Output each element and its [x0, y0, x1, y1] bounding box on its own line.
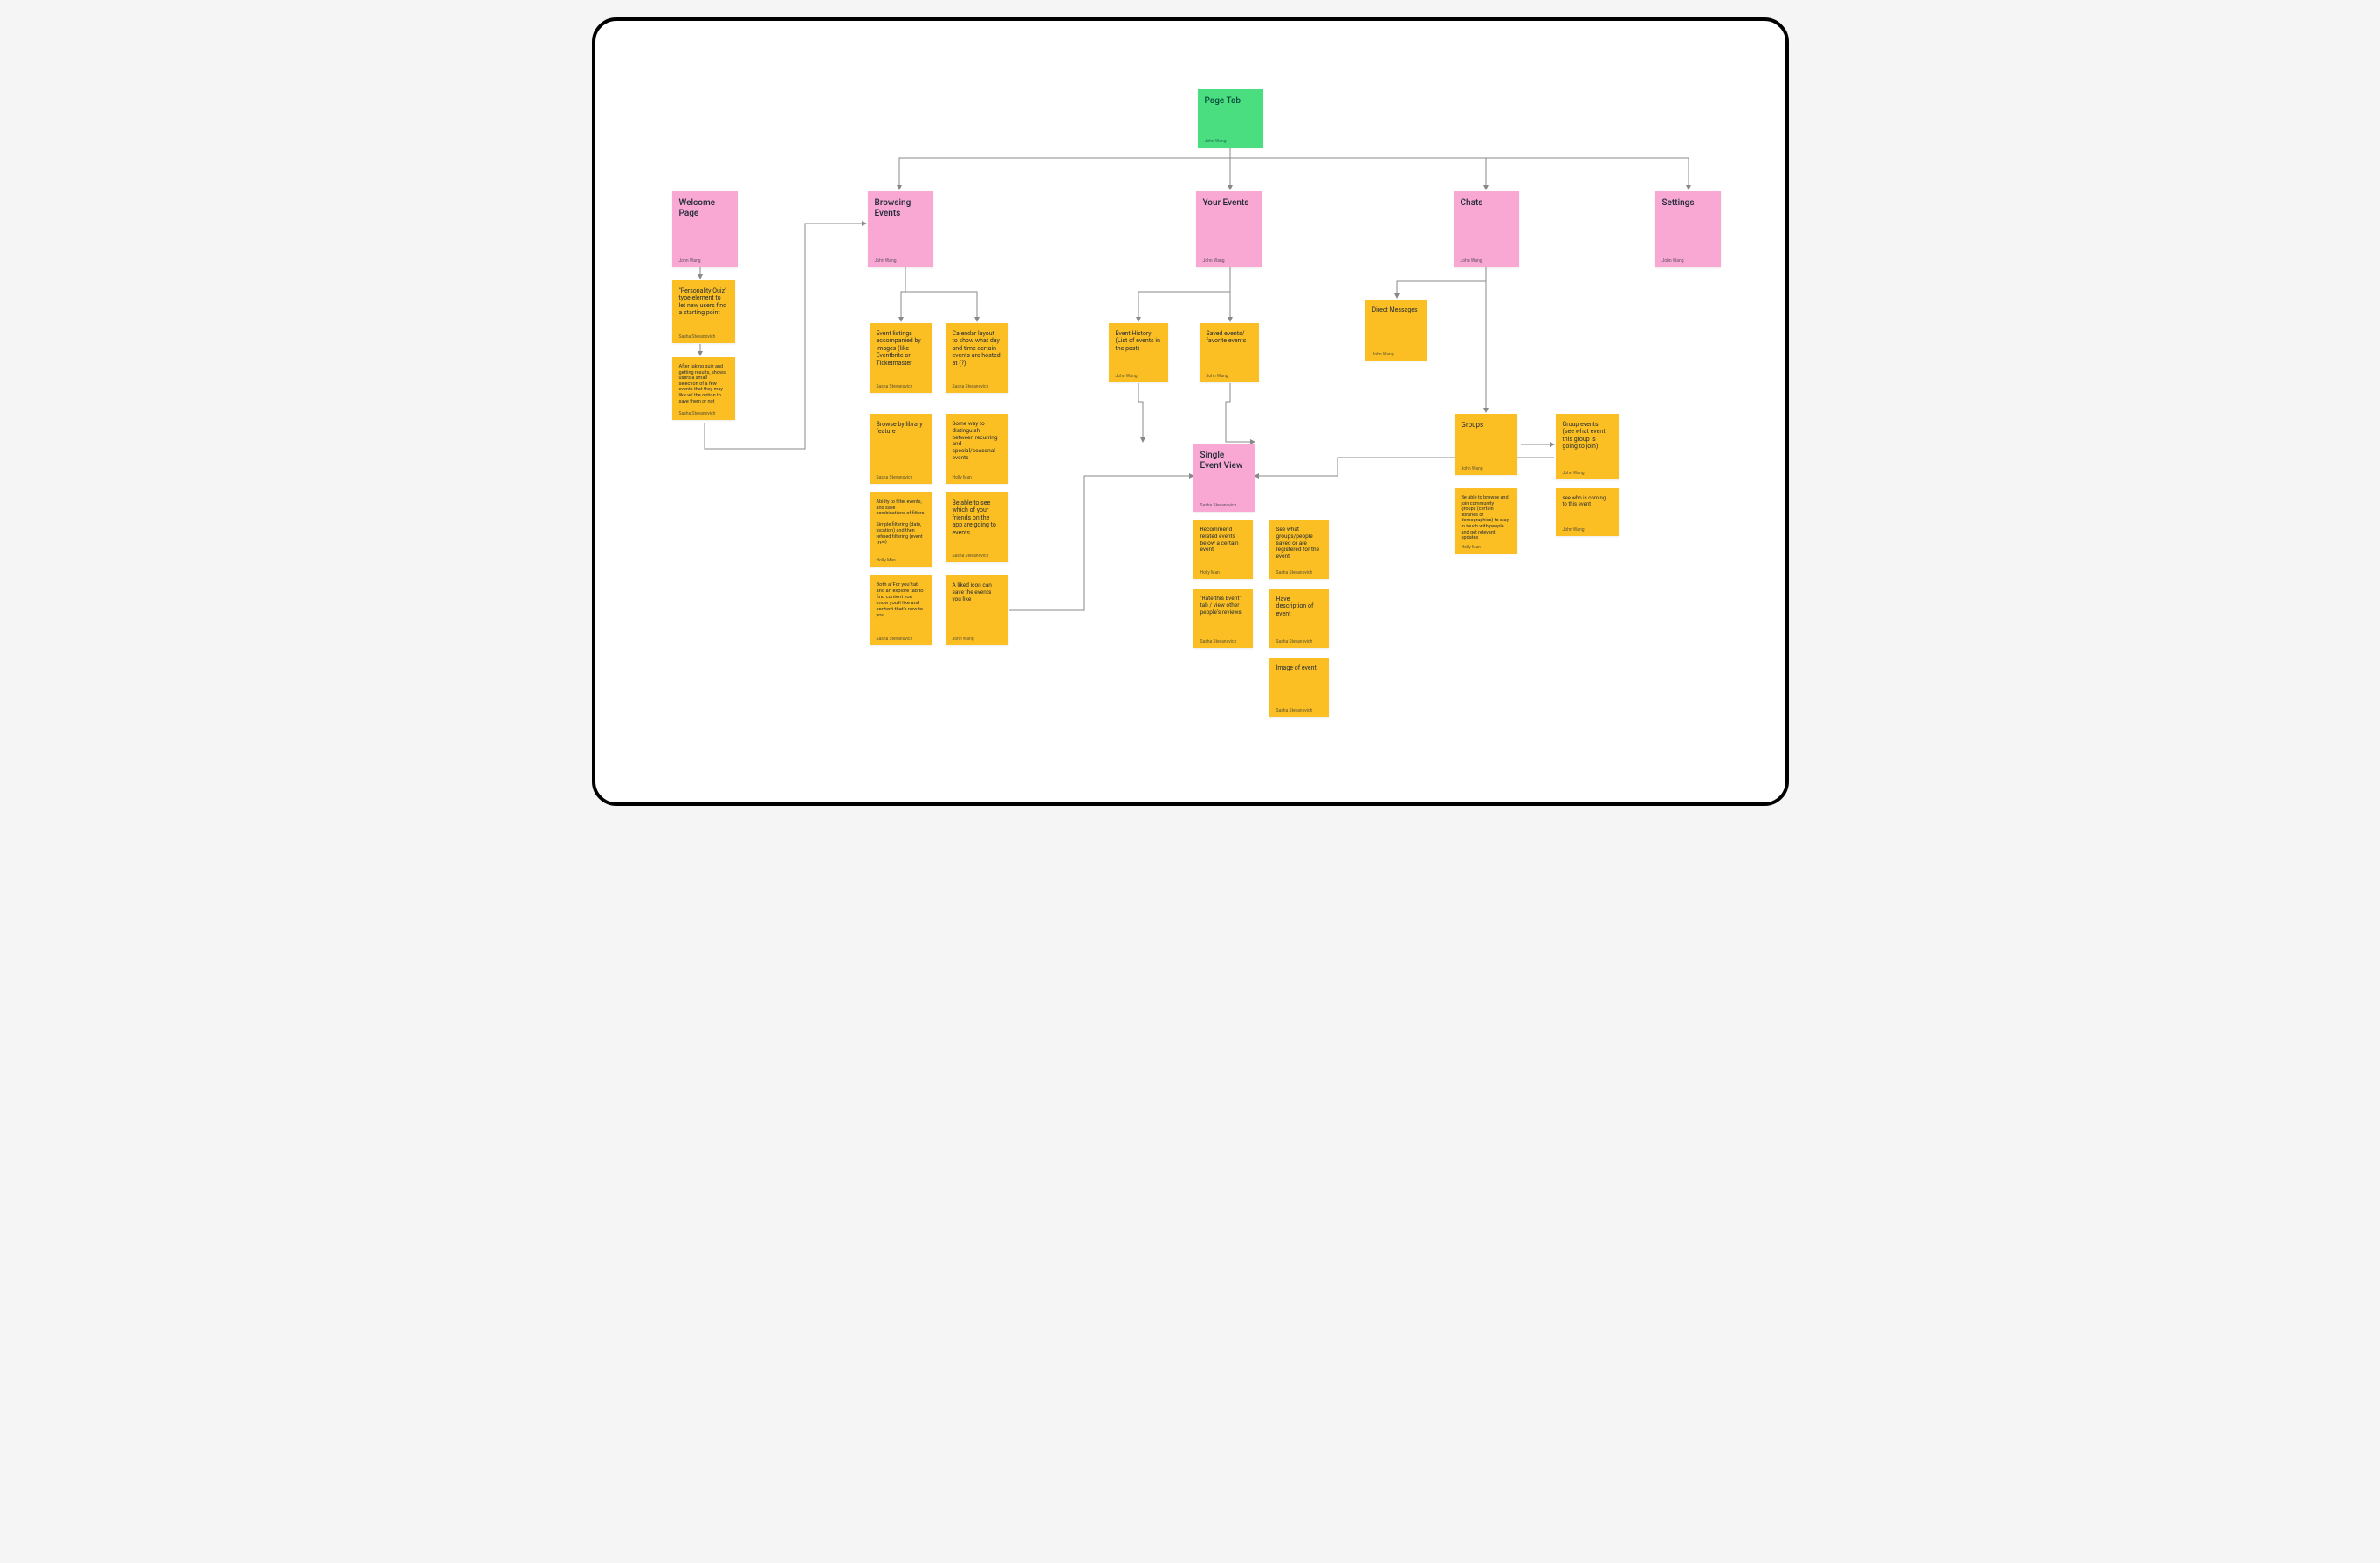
node-author: John Wang: [1372, 353, 1420, 357]
node-author: John Wang: [1563, 528, 1612, 533]
node-author: Sasha Stevanovich: [1200, 504, 1248, 508]
node-chats[interactable]: Chats John Wang: [1454, 191, 1519, 267]
diagram-frame: Page Tab John Wang Welcome Page John Wan…: [592, 17, 1789, 806]
node-text: Be able to browse and join community gro…: [1462, 495, 1510, 541]
node-quiz-results[interactable]: After taking quiz and getting results, s…: [672, 357, 735, 420]
node-text: Some way to distinguish between recurrin…: [953, 421, 1001, 462]
node-text: Calendar layout to show what day and tim…: [953, 330, 1001, 367]
node-saved-events[interactable]: Saved events/ favorite events John Wang: [1200, 323, 1259, 382]
node-title: Chats: [1461, 198, 1512, 209]
node-author: John Wang: [1116, 375, 1161, 379]
node-author: Sasha Stevanovich: [1276, 571, 1322, 575]
node-for-you-explore[interactable]: Both a 'For you' tab and an explore tab …: [870, 575, 932, 645]
node-text: Ability to filter events, and save combi…: [877, 499, 925, 546]
node-text: A liked icon can save the events you lik…: [953, 582, 1001, 602]
node-event-listings[interactable]: Event listings accompanied by images (li…: [870, 323, 932, 393]
node-title: Welcome Page: [679, 198, 731, 219]
node-page-tab[interactable]: Page Tab John Wang: [1198, 89, 1263, 148]
node-recurring-vs-seasonal[interactable]: Some way to distinguish between recurrin…: [946, 414, 1008, 484]
node-see-who-saved[interactable]: See what groups/people saved or are regi…: [1269, 520, 1329, 579]
node-group-events[interactable]: Group events (see what event this group …: [1556, 414, 1619, 479]
node-settings[interactable]: Settings John Wang: [1655, 191, 1721, 267]
node-text: See what groups/people saved or are regi…: [1276, 527, 1322, 561]
node-author: John Wang: [875, 259, 926, 264]
node-groups[interactable]: Groups John Wang: [1455, 414, 1517, 475]
node-direct-messages[interactable]: Direct Messages John Wang: [1365, 300, 1427, 361]
node-author: John Wang: [953, 637, 1001, 642]
node-author: John Wang: [1205, 140, 1256, 144]
node-text: Both a 'For you' tab and an explore tab …: [877, 582, 925, 619]
node-text: see who is coming to this event: [1563, 495, 1612, 507]
node-browse-join-groups[interactable]: Be able to browse and join community gro…: [1455, 488, 1517, 554]
node-author: Sasha Stevanovich: [1276, 640, 1322, 644]
node-author: Holly Man: [877, 559, 925, 563]
node-text: Direct Messages: [1372, 306, 1420, 313]
node-who-is-coming[interactable]: see who is coming to this event John Wan…: [1556, 488, 1619, 536]
node-author: John Wang: [1461, 259, 1512, 264]
node-text: Event listings accompanied by images (li…: [877, 330, 925, 367]
node-author: Sasha Stevanovich: [877, 637, 925, 642]
node-author: John Wang: [1203, 259, 1255, 264]
node-text: Have description of event: [1276, 596, 1322, 617]
node-author: Sasha Stevanovich: [1276, 709, 1322, 713]
node-image-of-event[interactable]: Image of event Sasha Stevanovich: [1269, 658, 1329, 717]
node-browsing-events[interactable]: Browsing Events John Wang: [868, 191, 933, 267]
node-text: Be able to see which of your friends on …: [953, 499, 1001, 536]
node-event-history[interactable]: Event History (List of events in the pas…: [1109, 323, 1168, 382]
node-description[interactable]: Have description of event Sasha Stevanov…: [1269, 589, 1329, 648]
node-author: John Wang: [1563, 472, 1612, 476]
node-author: Sasha Stevanovich: [679, 335, 728, 340]
node-rate-this-event[interactable]: "Rate this Event" tab / view other peopl…: [1193, 589, 1253, 648]
node-author: John Wang: [1462, 467, 1510, 472]
node-text: Group events (see what event this group …: [1563, 421, 1612, 451]
node-single-event-view[interactable]: Single Event View Sasha Stevanovich: [1193, 444, 1255, 512]
node-liked-icon-save[interactable]: A liked icon can save the events you lik…: [946, 575, 1008, 645]
node-your-events[interactable]: Your Events John Wang: [1196, 191, 1262, 267]
node-author: Sasha Stevanovich: [877, 385, 925, 389]
node-browse-by-library[interactable]: Browse by library feature Sasha Stevanov…: [870, 414, 932, 484]
node-filter-events[interactable]: Ability to filter events, and save combi…: [870, 492, 932, 567]
node-text: Saved events/ favorite events: [1207, 330, 1252, 345]
node-author: Holly Man: [953, 476, 1001, 480]
node-text: After taking quiz and getting results, s…: [679, 364, 728, 404]
node-recommend-related[interactable]: Recommend related events below a certain…: [1193, 520, 1253, 579]
connector-layer: [595, 21, 1785, 802]
node-text: Groups: [1462, 421, 1510, 430]
node-text: "Rate this Event" tab / view other peopl…: [1200, 596, 1246, 616]
node-welcome-page[interactable]: Welcome Page John Wang: [672, 191, 738, 267]
node-author: Sasha Stevanovich: [953, 385, 1001, 389]
node-friends-going[interactable]: Be able to see which of your friends on …: [946, 492, 1008, 562]
node-author: John Wang: [679, 259, 731, 264]
node-author: Holly Man: [1200, 571, 1246, 575]
node-author: John Wang: [1207, 375, 1252, 379]
node-title: Single Event View: [1200, 451, 1248, 472]
node-text: Event History (List of events in the pas…: [1116, 330, 1161, 352]
node-author: John Wang: [1662, 259, 1714, 264]
node-author: Holly Man: [1462, 546, 1510, 550]
node-text: Image of event: [1276, 664, 1322, 671]
node-author: Sasha Stevanovich: [679, 412, 728, 417]
node-text: "Personality Quiz" type element to let n…: [679, 287, 728, 317]
node-text: Browse by library feature: [877, 421, 925, 436]
node-calendar-layout[interactable]: Calendar layout to show what day and tim…: [946, 323, 1008, 393]
node-title: Your Events: [1203, 198, 1255, 209]
node-author: Sasha Stevanovich: [877, 476, 925, 480]
node-personality-quiz[interactable]: "Personality Quiz" type element to let n…: [672, 280, 735, 343]
node-title: Browsing Events: [875, 198, 926, 219]
diagram-canvas[interactable]: Page Tab John Wang Welcome Page John Wan…: [595, 21, 1785, 802]
node-title: Page Tab: [1205, 96, 1256, 107]
node-author: Sasha Stevanovich: [953, 554, 1001, 559]
node-author: Sasha Stevanovich: [1200, 640, 1246, 644]
node-title: Settings: [1662, 198, 1714, 209]
node-text: Recommend related events below a certain…: [1200, 527, 1246, 554]
